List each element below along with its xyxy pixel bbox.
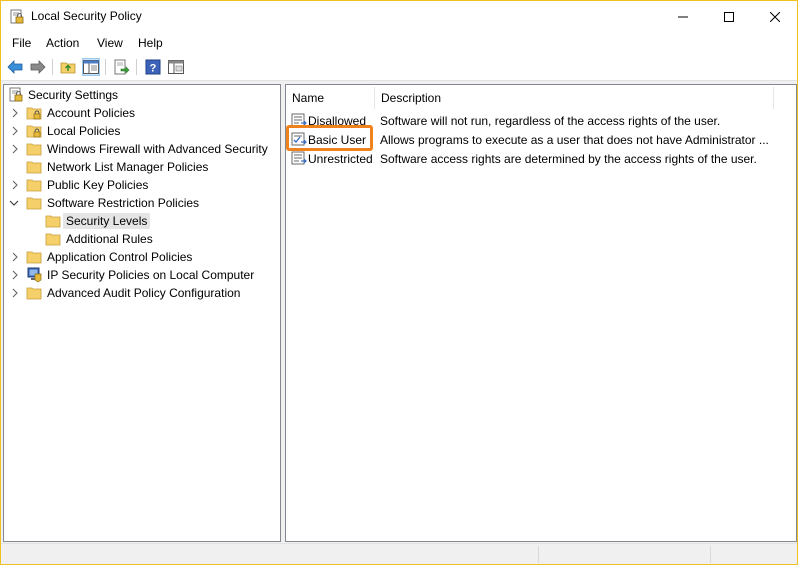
- chevron-right-icon[interactable]: [10, 251, 20, 263]
- tree-item-application-control-policies[interactable]: Application Control Policies: [4, 248, 280, 266]
- up-one-level-button[interactable]: [59, 58, 77, 76]
- status-bar: [1, 543, 797, 564]
- title-bar[interactable]: Local Security Policy: [1, 1, 797, 32]
- status-segment: [710, 546, 796, 563]
- folder-icon: [26, 179, 42, 192]
- folder-icon: [26, 161, 42, 174]
- minimize-icon: [678, 16, 688, 17]
- folder-icon: [45, 233, 61, 246]
- list-row-description: Software access rights are determined by…: [380, 152, 757, 166]
- security-level-icon: [291, 151, 307, 165]
- forward-button[interactable]: [29, 58, 47, 76]
- folder-icon: [45, 215, 61, 228]
- properties-icon: [168, 60, 184, 74]
- back-button[interactable]: [6, 58, 24, 76]
- tree-item-label: Local Policies: [47, 124, 121, 138]
- tree-item-label: Windows Firewall with Advanced Security: [47, 142, 268, 156]
- basic-user-highlight-box: [286, 125, 373, 151]
- maximize-icon: [724, 11, 734, 22]
- column-header-name[interactable]: Name: [286, 85, 374, 110]
- maximize-button[interactable]: [706, 1, 752, 32]
- local-security-policy-icon: [10, 9, 24, 24]
- help-icon: ?: [145, 59, 161, 75]
- tree-item-label: Application Control Policies: [47, 250, 193, 264]
- menu-help[interactable]: Help: [138, 36, 163, 50]
- folder-lock-icon: [26, 107, 42, 120]
- menu-action[interactable]: Action: [46, 36, 79, 50]
- up-folder-icon: [60, 62, 76, 74]
- status-segment: [538, 546, 710, 563]
- show-hide-tree-icon: [83, 60, 99, 74]
- menu-file[interactable]: File: [12, 36, 31, 50]
- toolbar-separator: [136, 59, 137, 75]
- folder-lock-icon: [26, 125, 42, 138]
- tree-item-label: Public Key Policies: [47, 178, 149, 192]
- properties-button[interactable]: [167, 58, 185, 76]
- back-arrow-icon: [7, 60, 23, 74]
- menu-view[interactable]: View: [97, 36, 123, 50]
- column-separator[interactable]: [773, 87, 774, 109]
- window-title: Local Security Policy: [31, 9, 142, 23]
- menu-bar: File Action View Help: [1, 32, 797, 54]
- folder-icon: [26, 287, 42, 300]
- close-icon: [770, 11, 780, 22]
- tree-item-advanced-audit-policy[interactable]: Advanced Audit Policy Configuration: [4, 284, 280, 302]
- export-list-icon: [114, 59, 130, 75]
- tree-item-security-levels[interactable]: Security Levels: [4, 212, 280, 230]
- tree-item-label: IP Security Policies on Local Computer: [47, 268, 255, 282]
- help-button[interactable]: ?: [144, 58, 162, 76]
- chevron-right-icon[interactable]: [10, 125, 20, 137]
- chevron-right-icon[interactable]: [10, 107, 20, 119]
- folder-icon: [26, 197, 42, 210]
- list-row-description: Allows programs to execute as a user tha…: [380, 133, 769, 147]
- chevron-right-icon[interactable]: [10, 179, 20, 191]
- list-pane[interactable]: Name Description Disallowed Software wil…: [285, 84, 797, 542]
- tree-item-label: Additional Rules: [66, 232, 153, 246]
- export-list-button[interactable]: [113, 58, 131, 76]
- chevron-down-icon[interactable]: [9, 197, 19, 209]
- show-hide-tree-button[interactable]: [82, 58, 100, 76]
- tree-item-network-list-manager[interactable]: Network List Manager Policies: [4, 158, 280, 176]
- tree-pane[interactable]: Security Settings Account Policies Local…: [3, 84, 281, 542]
- svg-text:?: ?: [150, 63, 157, 75]
- app-window: Local Security Policy File Action View H…: [0, 0, 798, 565]
- chevron-right-icon[interactable]: [10, 143, 20, 155]
- tree-item-public-key-policies[interactable]: Public Key Policies: [4, 176, 280, 194]
- folder-icon: [26, 143, 42, 156]
- list-row-description: Software will not run, regardless of the…: [380, 114, 721, 128]
- toolbar-separator: [52, 59, 53, 75]
- tree-item-label: Network List Manager Policies: [47, 160, 209, 174]
- tree-item-local-policies[interactable]: Local Policies: [4, 122, 280, 140]
- column-header-description[interactable]: Description: [375, 85, 773, 110]
- folder-icon: [26, 251, 42, 264]
- tree-item-software-restriction-policies[interactable]: Software Restriction Policies: [4, 194, 280, 212]
- toolbar-separator: [105, 59, 106, 75]
- tree-item-label: Software Restriction Policies: [47, 196, 200, 210]
- security-settings-icon: [9, 87, 23, 102]
- chevron-right-icon[interactable]: [10, 287, 20, 299]
- chevron-right-icon[interactable]: [10, 269, 20, 281]
- tree-item-label-selected: Security Levels: [63, 213, 151, 229]
- tree-item-label: Account Policies: [47, 106, 136, 120]
- tree-root[interactable]: Security Settings: [4, 86, 280, 104]
- minimize-button[interactable]: [660, 1, 706, 32]
- list-row-name: Unrestricted: [308, 152, 373, 166]
- tree-item-additional-rules[interactable]: Additional Rules: [4, 230, 280, 248]
- tree-root-label: Security Settings: [28, 88, 119, 102]
- tree-item-label: Advanced Audit Policy Configuration: [47, 286, 241, 300]
- tree-item-account-policies[interactable]: Account Policies: [4, 104, 280, 122]
- close-button[interactable]: [752, 1, 798, 32]
- forward-arrow-icon: [30, 60, 46, 74]
- tree-item-ip-security-policies[interactable]: IP Security Policies on Local Computer: [4, 266, 280, 284]
- ip-security-icon: [27, 267, 42, 283]
- tree-item-windows-firewall[interactable]: Windows Firewall with Advanced Security: [4, 140, 280, 158]
- list-row-unrestricted[interactable]: Unrestricted Software access rights are …: [286, 149, 796, 168]
- toolbar: ?: [1, 54, 797, 81]
